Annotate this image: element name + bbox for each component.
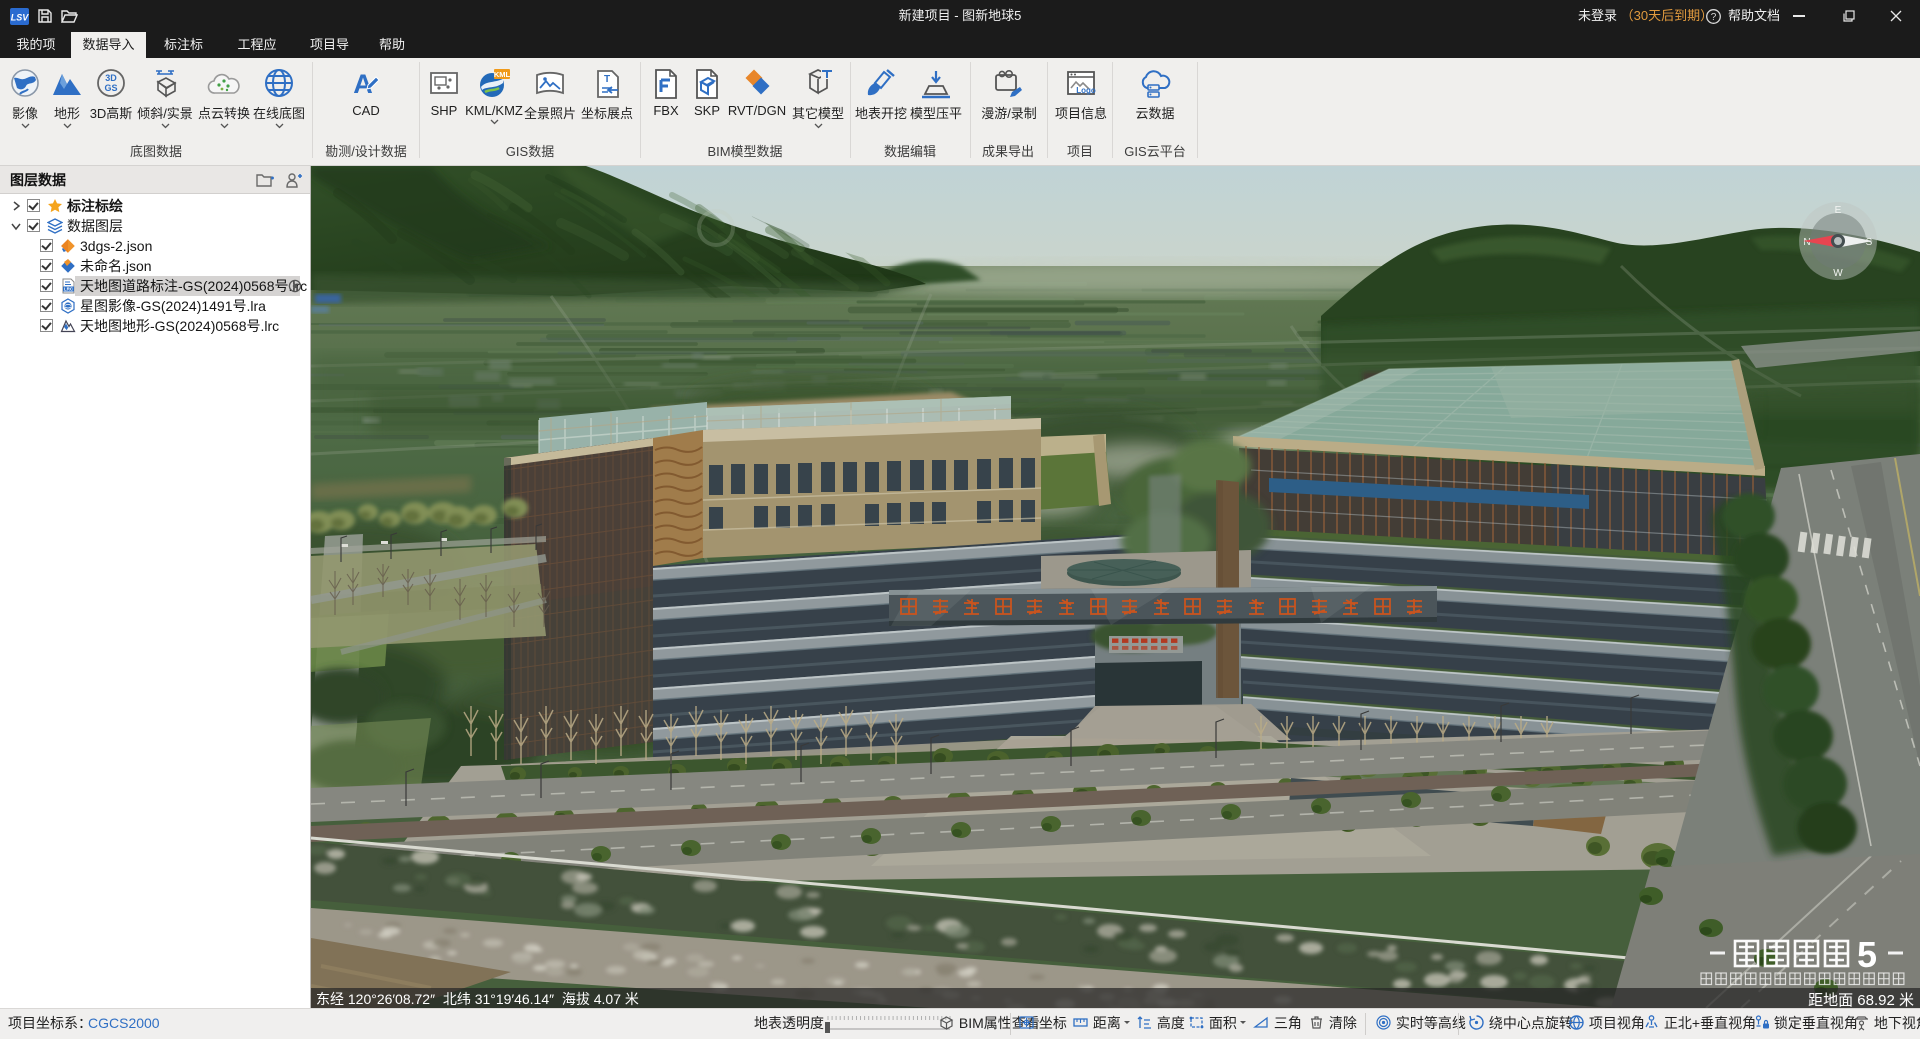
- svg-text:GS: GS: [104, 83, 117, 93]
- svg-text:?: ?: [1711, 12, 1717, 23]
- svg-text:LRC: LRC: [64, 287, 74, 292]
- svg-text:LSV: LSV: [11, 13, 29, 23]
- svg-text:S: S: [1866, 237, 1873, 248]
- svg-text:5: 5: [1857, 934, 1877, 975]
- svg-text:3D: 3D: [105, 73, 117, 83]
- svg-text:N: N: [1803, 237, 1810, 248]
- svg-text:T: T: [604, 74, 610, 85]
- svg-text:W: W: [1833, 268, 1843, 279]
- svg-text:Logo: Logo: [1076, 86, 1096, 95]
- svg-text:E: E: [1835, 205, 1842, 216]
